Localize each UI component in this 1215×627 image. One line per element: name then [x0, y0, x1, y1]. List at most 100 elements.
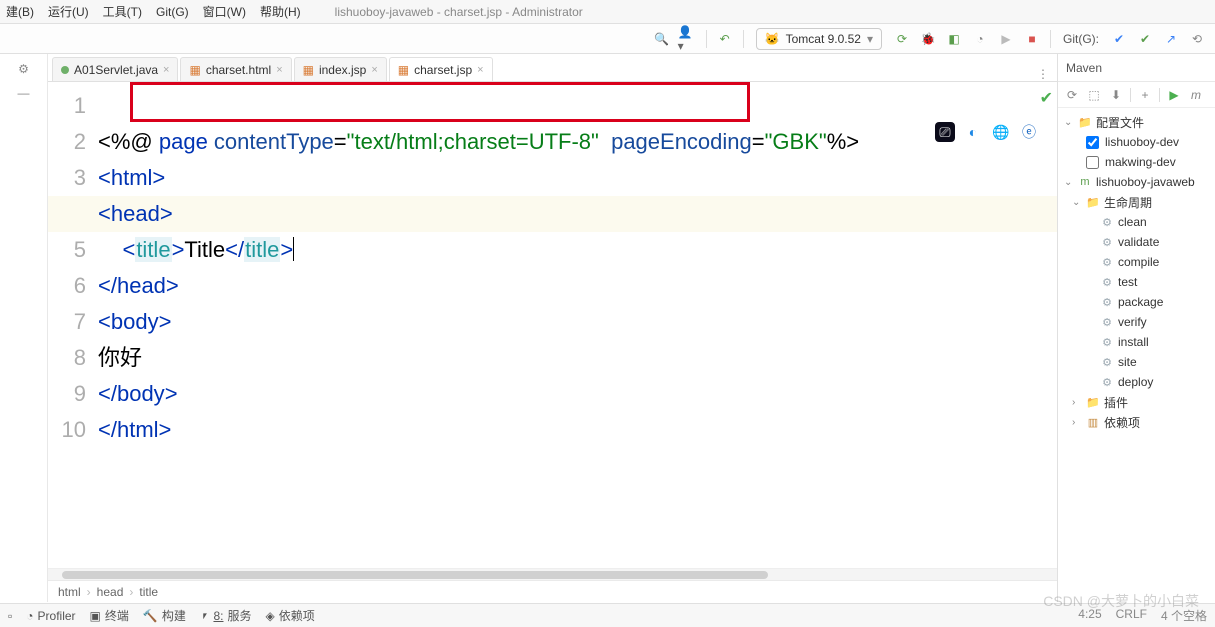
add-icon[interactable]: +	[1137, 88, 1153, 102]
profile-checkbox[interactable]	[1086, 136, 1099, 149]
profiler-icon[interactable]: ◔	[970, 29, 990, 49]
download-icon[interactable]: ⬇	[1108, 88, 1124, 102]
menu-window[interactable]: 窗口(W)	[203, 3, 246, 20]
sb-terminal[interactable]: ▣终端	[90, 607, 129, 624]
tree-profiles[interactable]: ⌄📁配置文件	[1058, 112, 1215, 132]
tree-goal-validate[interactable]: ⚙validate	[1058, 232, 1215, 252]
user-icon[interactable]: 👤▾	[678, 29, 698, 49]
sb-tools-icon[interactable]: ▫	[8, 609, 12, 623]
menu-run[interactable]: 运行(U)	[48, 3, 89, 20]
chrome-icon[interactable]: 🌐	[991, 122, 1011, 142]
more-icon[interactable]: m	[1188, 88, 1204, 102]
maven-tree: ⌄📁配置文件 lishuoboy-dev makwing-dev ⌄mlishu…	[1058, 108, 1215, 602]
sb-build[interactable]: 🔨构建	[143, 607, 186, 624]
editor-tabs: A01Servlet.java × ▦ charset.html × ▦ ind…	[48, 54, 1057, 82]
generate-icon[interactable]: ⬚	[1086, 88, 1102, 102]
stop-icon[interactable]: ■	[1022, 29, 1042, 49]
sb-profiler[interactable]: ◔Profiler	[26, 609, 75, 623]
tab-charset-jsp[interactable]: ▦ charset.jsp ×	[389, 57, 493, 81]
reload-icon[interactable]: ⟳	[1064, 88, 1080, 102]
tab-label: charset.jsp	[414, 63, 472, 77]
breadcrumb-item[interactable]: title	[139, 585, 158, 599]
coverage-icon[interactable]: ◧	[944, 29, 964, 49]
menu-build[interactable]: 建(B)	[6, 3, 34, 20]
builtin-preview-icon[interactable]: ⎚	[935, 122, 955, 142]
tab-index-jsp[interactable]: ▦ index.jsp ×	[294, 57, 387, 81]
back-icon[interactable]: ↶	[715, 29, 735, 49]
window-title: lishuoboy-javaweb - charset.jsp - Admini…	[335, 5, 583, 19]
tree-lifecycle[interactable]: ⌄📁生命周期	[1058, 192, 1215, 212]
tab-label: index.jsp	[319, 63, 366, 77]
git-commit-icon[interactable]: ✔	[1109, 29, 1129, 49]
tree-goal-verify[interactable]: ⚙verify	[1058, 312, 1215, 332]
scrollbar-thumb[interactable]	[62, 571, 768, 579]
git-update-icon[interactable]: ↗	[1161, 29, 1181, 49]
run-icon[interactable]: ▶	[1166, 88, 1182, 102]
tab-label: charset.html	[206, 63, 271, 77]
separator	[1050, 30, 1051, 48]
sb-services[interactable]: ⎖8:服务	[200, 607, 252, 624]
tree-profile-2[interactable]: makwing-dev	[1058, 152, 1215, 172]
search-everywhere-icon[interactable]: 🔍	[652, 29, 672, 49]
menu-help[interactable]: 帮助(H)	[260, 3, 301, 20]
services-icon: ⎖	[200, 608, 210, 623]
jsp-icon: ▦	[398, 63, 409, 77]
tree-goal-compile[interactable]: ⚙compile	[1058, 252, 1215, 272]
tree-plugins[interactable]: ›📁插件	[1058, 392, 1215, 412]
close-icon[interactable]: ×	[276, 64, 282, 76]
tab-overflow-icon[interactable]: ⋮	[1029, 67, 1057, 81]
watermark: CSDN @大萝卜的小白菜	[1043, 591, 1199, 611]
html-icon: ▦	[189, 63, 200, 77]
menu-git[interactable]: Git(G)	[156, 5, 189, 19]
breadcrumb: html › head › title	[48, 580, 1057, 602]
menu-tools[interactable]: 工具(T)	[103, 3, 142, 20]
settings-icon[interactable]: ⚙	[15, 60, 33, 78]
problems-ok-icon[interactable]: ✔	[1040, 88, 1053, 108]
open-in-browser-bar: ⎚ ◐ 🌐 ⓔ	[935, 122, 1039, 142]
horizontal-scrollbar[interactable]	[48, 568, 1057, 580]
run-icon[interactable]: ▶	[996, 29, 1016, 49]
profile-checkbox[interactable]	[1086, 156, 1099, 169]
run-config-selector[interactable]: 🐱 Tomcat 9.0.52 ▾	[756, 28, 882, 50]
tree-goal-deploy[interactable]: ⚙deploy	[1058, 372, 1215, 392]
tree-goal-site[interactable]: ⚙site	[1058, 352, 1215, 372]
tab-charset-html[interactable]: ▦ charset.html ×	[180, 57, 291, 81]
jsp-icon: ▦	[303, 63, 314, 77]
tab-a01servlet[interactable]: A01Servlet.java ×	[52, 57, 178, 81]
edge-icon[interactable]: ◐	[963, 122, 983, 142]
close-icon[interactable]: ×	[477, 64, 483, 76]
left-gutter: ⚙ —	[0, 54, 48, 602]
separator	[743, 30, 744, 48]
editor-body[interactable]: ✔ ⎚ ◐ 🌐 ⓔ 12345678910 <%@ page contentTy…	[48, 82, 1057, 568]
line-numbers: 12345678910	[48, 82, 96, 568]
tree-goal-install[interactable]: ⚙install	[1058, 332, 1215, 352]
tree-deps[interactable]: ›▥依赖项	[1058, 412, 1215, 432]
close-icon[interactable]: ×	[371, 64, 377, 76]
git-push-icon[interactable]: ✔	[1135, 29, 1155, 49]
sync-icon[interactable]: ⟳	[892, 29, 912, 49]
tree-goal-package[interactable]: ⚙package	[1058, 292, 1215, 312]
code-area[interactable]: <%@ page contentType="text/html;charset=…	[96, 82, 1057, 568]
maven-toolbar: ⟳ ⬚ ⬇ + ▶ m	[1058, 82, 1215, 108]
collapse-icon[interactable]: —	[15, 84, 33, 102]
tree-project[interactable]: ⌄mlishuoboy-javaweb	[1058, 172, 1215, 192]
git-label: Git(G):	[1063, 32, 1099, 46]
java-icon	[61, 66, 69, 74]
breadcrumb-item[interactable]: head	[97, 585, 124, 599]
ie-icon[interactable]: ⓔ	[1019, 122, 1039, 142]
main-toolbar: 🔍 👤▾ ↶ 🐱 Tomcat 9.0.52 ▾ ⟳ 🐞 ◧ ◔ ▶ ■ Git…	[0, 24, 1215, 54]
breadcrumb-item[interactable]: html	[58, 585, 81, 599]
run-config-label: Tomcat 9.0.52	[786, 32, 861, 46]
chevron-right-icon: ›	[129, 585, 133, 599]
tree-goal-test[interactable]: ⚙test	[1058, 272, 1215, 292]
sb-deps[interactable]: ◈依赖项	[266, 607, 315, 624]
tree-profile-1[interactable]: lishuoboy-dev	[1058, 132, 1215, 152]
editor-column: A01Servlet.java × ▦ charset.html × ▦ ind…	[48, 54, 1057, 602]
git-history-icon[interactable]: ⟲	[1187, 29, 1207, 49]
status-bar: ▫ ◔Profiler ▣终端 🔨构建 ⎖8:服务 ◈依赖项 4:25 CRLF…	[0, 603, 1215, 627]
terminal-icon: ▣	[90, 609, 101, 623]
chevron-down-icon: ▾	[867, 32, 873, 46]
bug-icon[interactable]: 🐞	[918, 29, 938, 49]
close-icon[interactable]: ×	[163, 64, 169, 76]
tree-goal-clean[interactable]: ⚙clean	[1058, 212, 1215, 232]
